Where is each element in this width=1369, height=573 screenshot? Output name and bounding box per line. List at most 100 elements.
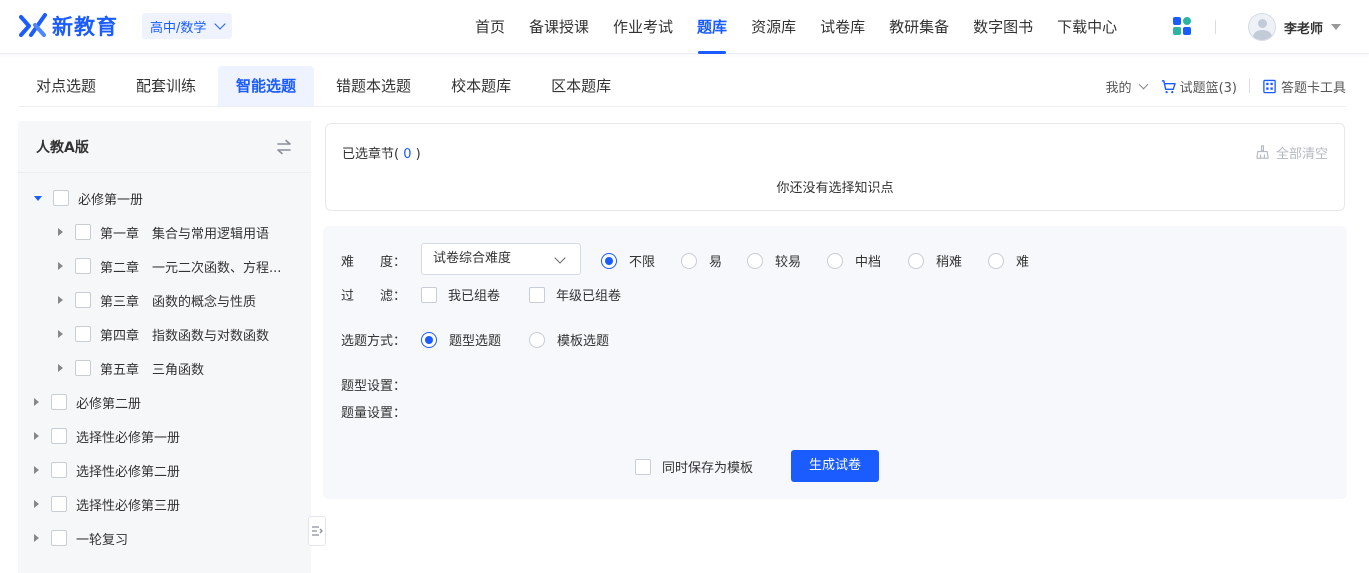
caret-right-icon[interactable]: [34, 398, 39, 406]
difficulty-option-fairly-easy[interactable]: 较易: [747, 251, 801, 270]
tree-node-chapter-2[interactable]: 第二章 一元二次函数、方程...: [18, 249, 311, 283]
checkbox-label: 同时保存为模板: [662, 461, 754, 476]
tree-node-label: 第一章 集合与常用逻辑用语: [100, 226, 270, 242]
caret-right-icon[interactable]: [34, 466, 39, 474]
caret-right-icon[interactable]: [58, 296, 63, 304]
caret-right-icon[interactable]: [34, 534, 39, 542]
apps-grid-icon[interactable]: [1173, 17, 1191, 35]
tree-checkbox[interactable]: [51, 428, 67, 444]
collapse-panel-icon: [312, 526, 323, 536]
tree-node-review[interactable]: 一轮复习: [18, 521, 311, 555]
nav-item-digital-books[interactable]: 数字图书: [961, 0, 1045, 54]
nav-item-home[interactable]: 首页: [463, 0, 517, 54]
save-as-template-checkbox[interactable]: 同时保存为模板: [635, 457, 753, 476]
tree-checkbox[interactable]: [75, 224, 91, 240]
panel-collapse-handle[interactable]: [308, 516, 326, 546]
question-basket-button[interactable]: 试题篮(3): [1161, 77, 1237, 96]
difficulty-option-hard[interactable]: 难: [988, 251, 1029, 270]
chapter-tree: 必修第一册 第一章 集合与常用逻辑用语 第二章 一元二次函数、方程... 第三章…: [18, 173, 311, 555]
tree-checkbox[interactable]: [75, 292, 91, 308]
nav-item-homework-exam[interactable]: 作业考试: [601, 0, 685, 54]
tree-checkbox[interactable]: [51, 530, 67, 546]
tab-targeted-select[interactable]: 对点选题: [18, 66, 114, 106]
tree-node-chapter-1[interactable]: 第一章 集合与常用逻辑用语: [18, 215, 311, 249]
difficulty-option-fairly-hard[interactable]: 稍难: [908, 251, 962, 270]
radio-circle: [601, 252, 617, 269]
tree-checkbox[interactable]: [75, 258, 91, 274]
clear-all-button[interactable]: 全部清空: [1255, 143, 1328, 162]
caret-right-icon[interactable]: [58, 262, 63, 270]
difficulty-option-any[interactable]: 不限: [601, 251, 655, 270]
tree-node-elective-3[interactable]: 选择性必修第三册: [18, 487, 311, 521]
checkbox-label: 年级已组卷: [556, 289, 622, 304]
tab-district-bank[interactable]: 区本题库: [533, 66, 629, 106]
checkbox-box: [635, 458, 651, 475]
tree-node-compulsory-2[interactable]: 必修第二册: [18, 385, 311, 419]
nav-item-question-bank[interactable]: 题库: [685, 0, 739, 54]
difficulty-option-medium[interactable]: 中档: [827, 251, 881, 270]
tree-node-chapter-5[interactable]: 第五章 三角函数: [18, 351, 311, 385]
generate-paper-button[interactable]: 生成试卷: [791, 450, 879, 482]
caret-right-icon[interactable]: [58, 330, 63, 338]
brand-logo[interactable]: 新教育: [18, 10, 118, 42]
tree-node-compulsory-1[interactable]: 必修第一册: [18, 181, 311, 215]
subject-select-value: 高中/数学: [150, 20, 207, 36]
user-menu[interactable]: 李老师: [1248, 12, 1342, 42]
filter-grade-papers-checkbox[interactable]: 年级已组卷: [529, 285, 621, 304]
difficulty-select[interactable]: 试卷综合难度: [421, 243, 581, 275]
nav-item-resources[interactable]: 资源库: [739, 0, 808, 54]
caret-right-icon[interactable]: [58, 364, 63, 372]
radio-circle: [827, 252, 843, 269]
caret-right-icon[interactable]: [34, 500, 39, 508]
tree-checkbox[interactable]: [51, 394, 67, 410]
filter-label: 过 滤：: [341, 289, 407, 304]
tab-toolbar: 我的 试题篮(3) 答题卡工具: [1106, 74, 1346, 98]
tree-checkbox[interactable]: [51, 496, 67, 512]
radio-circle: [747, 252, 763, 269]
chapter-tree-panel: 人教A版 必修第一册 第一章 集合与常用逻辑用语 第二章 一元二次函数、方程..…: [18, 121, 311, 573]
tab-school-bank[interactable]: 校本题库: [433, 66, 529, 106]
filter-my-papers-checkbox[interactable]: 我已组卷: [421, 285, 500, 304]
radio-label: 难: [1016, 255, 1030, 270]
tree-node-chapter-4[interactable]: 第四章 指数函数与对数函数: [18, 317, 311, 351]
swap-icon[interactable]: [275, 138, 293, 156]
tree-checkbox[interactable]: [75, 326, 91, 342]
tab-smart-select[interactable]: 智能选题: [218, 66, 315, 106]
checkbox-box: [529, 286, 545, 303]
mode-option-by-template[interactable]: 模板选题: [529, 330, 609, 349]
tab-error-book-select[interactable]: 错题本选题: [318, 66, 429, 106]
nav-item-paper-library[interactable]: 试卷库: [808, 0, 877, 54]
mine-dropdown[interactable]: 我的: [1106, 77, 1149, 96]
caret-down-icon[interactable]: [34, 195, 42, 201]
radio-label: 易: [709, 255, 723, 270]
selected-title-suffix: ): [415, 147, 421, 162]
tree-node-label: 必修第一册: [78, 192, 144, 208]
tree-checkbox[interactable]: [75, 360, 91, 376]
tree-node-elective-1[interactable]: 选择性必修第一册: [18, 419, 311, 453]
tree-node-chapter-3[interactable]: 第三章 函数的概念与性质: [18, 283, 311, 317]
checkbox-box: [421, 286, 437, 303]
answer-card-icon: [1263, 79, 1276, 93]
caret-right-icon[interactable]: [34, 432, 39, 440]
tree-checkbox[interactable]: [53, 190, 69, 206]
radio-circle: [908, 252, 924, 269]
tree-node-elective-2[interactable]: 选择性必修第二册: [18, 453, 311, 487]
subject-select[interactable]: 高中/数学: [142, 13, 233, 39]
tree-node-label: 选择性必修第三册: [76, 498, 181, 514]
difficulty-option-easy[interactable]: 易: [681, 251, 722, 270]
tree-node-label: 第五章 三角函数: [100, 362, 205, 378]
tree-checkbox[interactable]: [51, 462, 67, 478]
answer-card-tool-button[interactable]: 答题卡工具: [1262, 77, 1346, 96]
mode-option-by-type[interactable]: 题型选题: [421, 330, 501, 349]
nav-item-collab-prep[interactable]: 教研集备: [877, 0, 961, 54]
top-navbar: 新教育 高中/数学 首页 备课授课 作业考试 题库 资源库 试卷库 教研集备 数…: [0, 0, 1369, 54]
nav-item-lesson-prep[interactable]: 备课授课: [517, 0, 601, 54]
tab-matching-training[interactable]: 配套训练: [118, 66, 214, 106]
radio-label: 模板选题: [557, 334, 610, 349]
caret-down-icon: [1331, 24, 1342, 30]
nav-divider: [1215, 20, 1216, 34]
broom-icon: [1256, 145, 1269, 159]
caret-right-icon[interactable]: [58, 228, 63, 236]
nav-item-downloads[interactable]: 下载中心: [1045, 0, 1129, 54]
textbook-version-title: 人教A版: [36, 139, 89, 156]
